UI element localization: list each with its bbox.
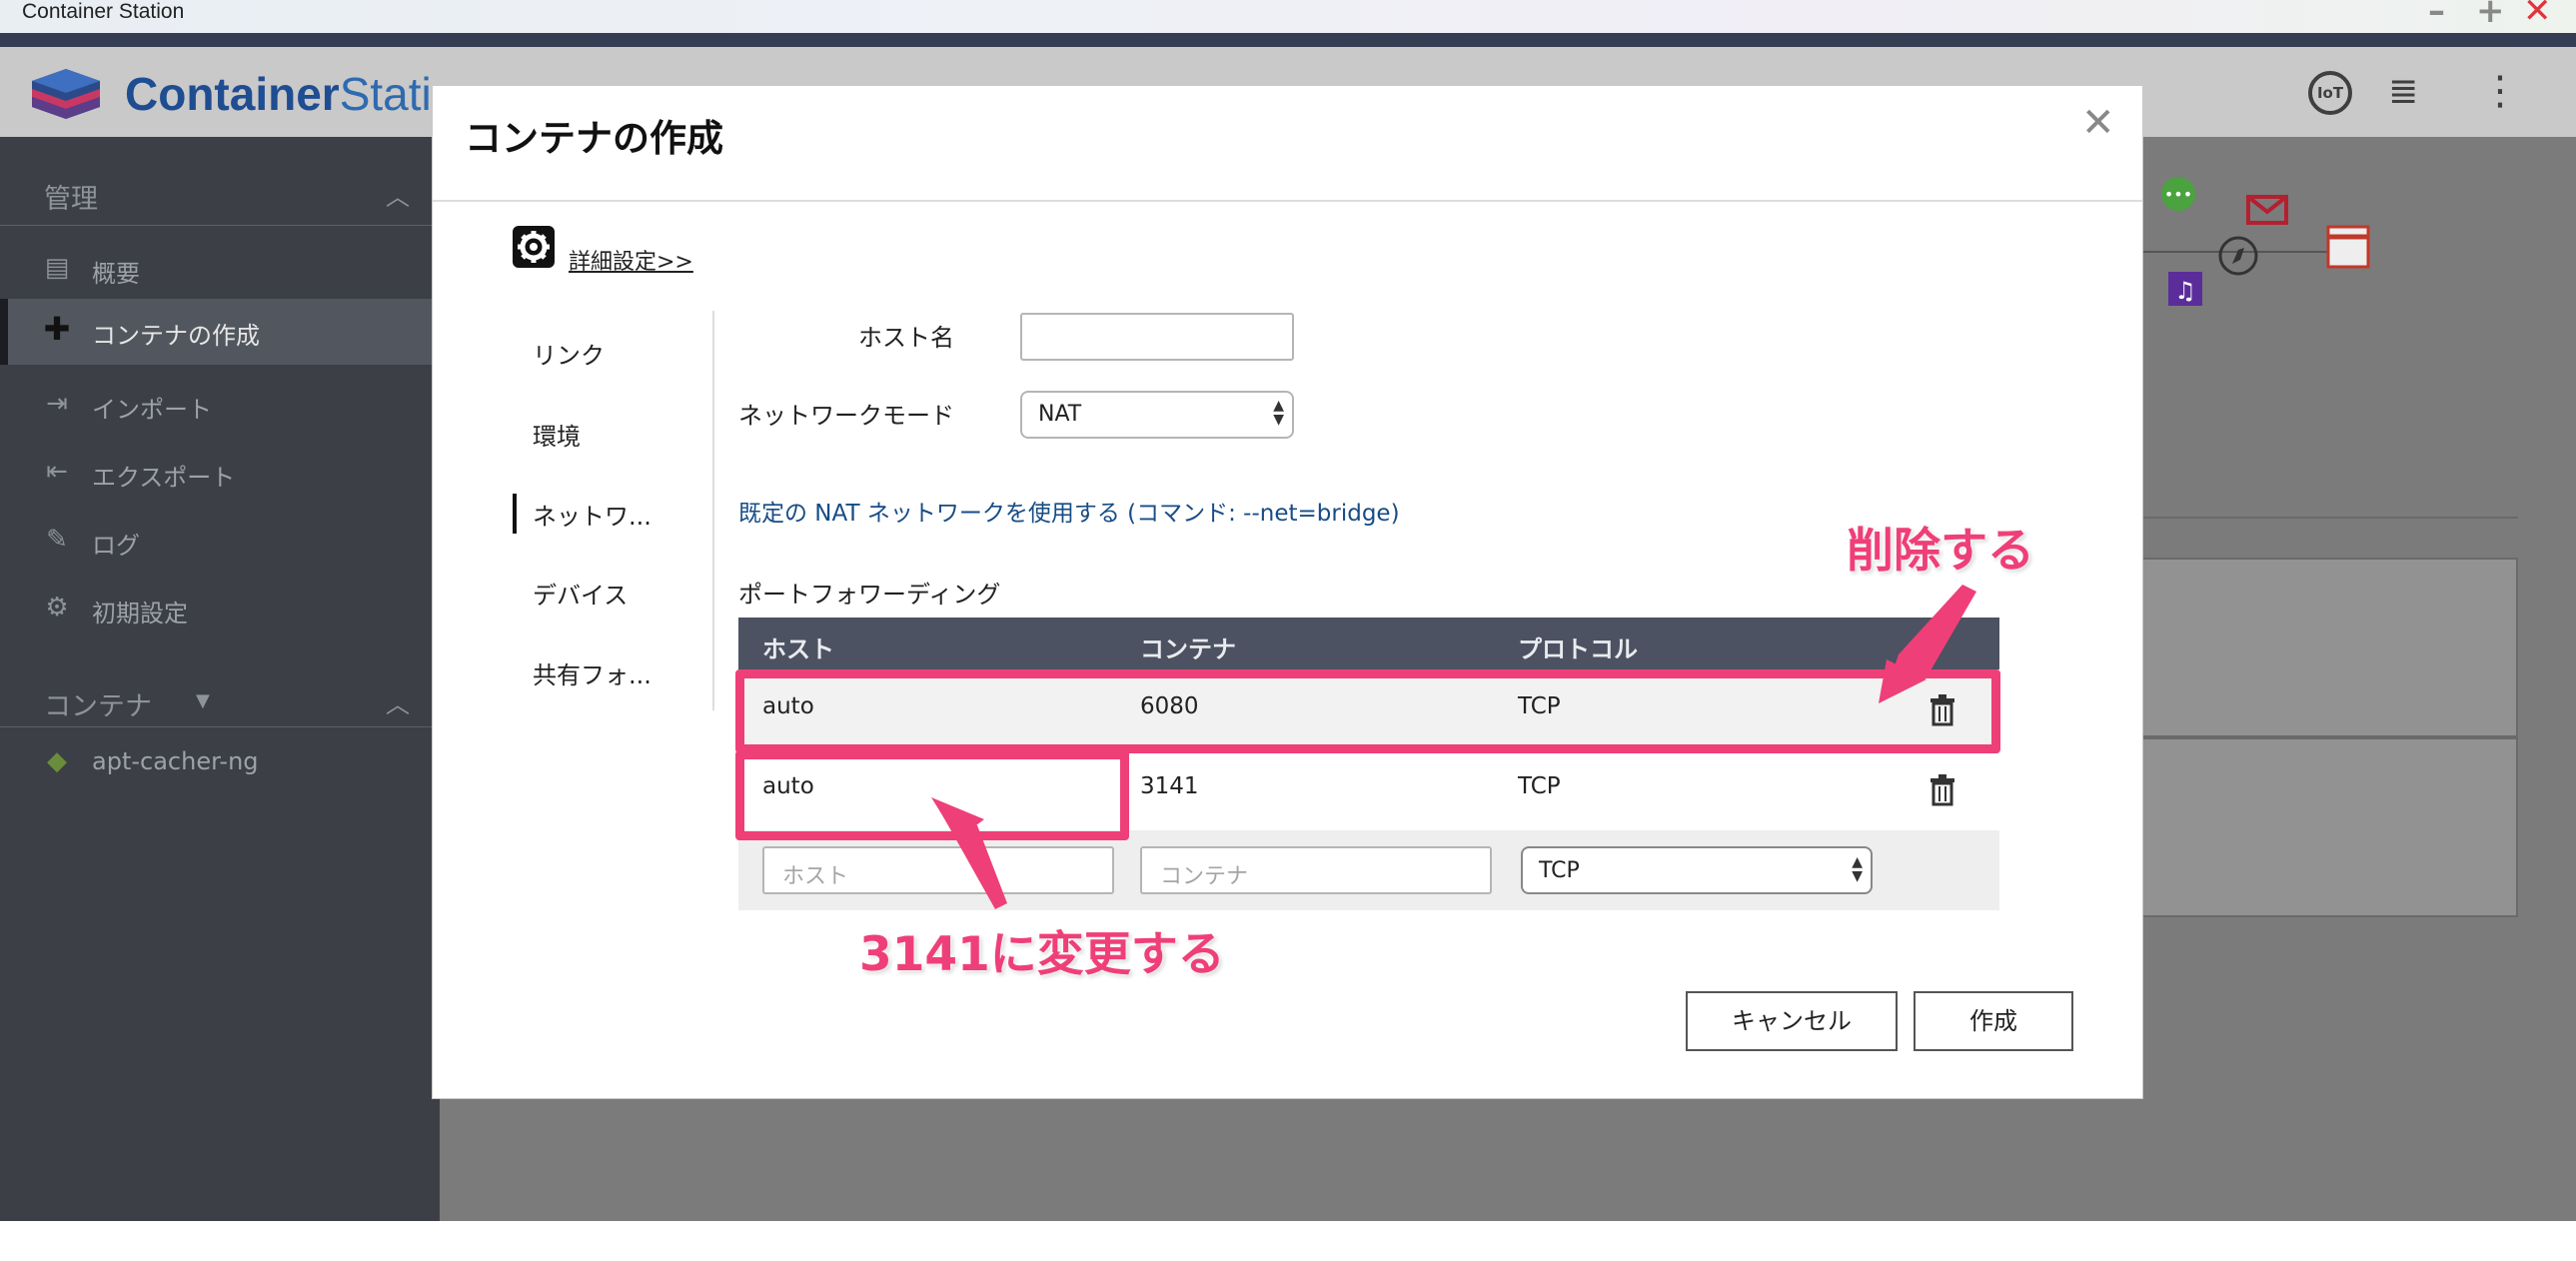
sidebar-item-import[interactable]: ⇥ インポート bbox=[0, 373, 440, 439]
footer-blank bbox=[0, 1221, 2576, 1261]
network-info-text: 既定の NAT ネットワークを使用する (コマンド: --net=bridge) bbox=[738, 501, 1400, 527]
sidebar-item-container[interactable]: ◆ apt-cacher-ng bbox=[0, 730, 440, 796]
section-title-manage: 管理 bbox=[44, 184, 98, 215]
minimize-icon[interactable]: – bbox=[2428, 0, 2445, 28]
close-icon[interactable]: ✕ bbox=[2081, 100, 2115, 146]
divider bbox=[433, 200, 2142, 202]
plus-icon: ✚ bbox=[43, 310, 71, 348]
sidebar-item-create-container[interactable]: ✚ コンテナの作成 bbox=[0, 299, 440, 365]
calendar-icon bbox=[2326, 225, 2370, 269]
annotation-change-port: 3141に変更する bbox=[859, 927, 1225, 982]
sidebar-item-export[interactable]: ⇤ エクスポート bbox=[0, 441, 440, 507]
create-container-dialog: コンテナの作成 ✕ 詳細設定>> リンク 環境 ネットワ... デバイス 共有フ… bbox=[432, 85, 2143, 1099]
port-forwarding-label: ポートフォワーディング bbox=[738, 581, 1001, 609]
column-host: ホスト bbox=[762, 635, 834, 663]
hostname-input[interactable] bbox=[1020, 313, 1294, 361]
tab-link[interactable]: リンク bbox=[533, 336, 605, 371]
network-mode-select[interactable]: NAT ▲ ▼ bbox=[1020, 391, 1294, 439]
divider bbox=[0, 726, 440, 727]
svg-text:•••: ••• bbox=[2164, 185, 2192, 204]
column-container: コンテナ bbox=[1140, 635, 1236, 663]
tabs-divider bbox=[712, 311, 714, 710]
sidebar: 管理 ︿ ▤ 概要 ✚ コンテナの作成 ⇥ インポート ⇤ エクスポート ✎ ロ… bbox=[0, 137, 440, 1221]
stack-icon[interactable]: ≣ bbox=[2388, 71, 2418, 112]
create-button[interactable]: 作成 bbox=[1914, 991, 2073, 1051]
cancel-button[interactable]: キャンセル bbox=[1686, 991, 1898, 1051]
tab-shared-folders[interactable]: 共有フォ... bbox=[533, 655, 651, 690]
container-station-logo-icon bbox=[32, 69, 100, 119]
divider bbox=[0, 225, 440, 226]
caret-down-icon[interactable]: ▼ bbox=[196, 690, 210, 711]
network-mode-label: ネットワークモード bbox=[738, 402, 954, 430]
advanced-settings-link[interactable]: 詳細設定>> bbox=[569, 244, 693, 276]
chevron-up-icon[interactable]: ︿ bbox=[386, 684, 410, 719]
kebab-menu-icon[interactable]: ⋮ bbox=[2480, 71, 2520, 111]
select-arrows-icon: ▲ ▼ bbox=[1273, 398, 1284, 428]
maximize-icon[interactable]: + bbox=[2476, 0, 2505, 28]
sidebar-item-overview[interactable]: ▤ 概要 bbox=[0, 237, 440, 303]
svg-text:♫: ♫ bbox=[2174, 277, 2196, 305]
window-title-bar: Container Station – + ✕ bbox=[0, 0, 2576, 33]
trash-icon[interactable] bbox=[1928, 772, 1957, 806]
gear-icon: ⚙ bbox=[45, 593, 69, 623]
tab-device[interactable]: デバイス bbox=[533, 576, 628, 611]
sidebar-item-preferences[interactable]: ⚙ 初期設定 bbox=[0, 577, 440, 642]
active-tab-indicator bbox=[513, 494, 517, 534]
section-title-containers: コンテナ bbox=[44, 691, 152, 722]
cube-icon: ◆ bbox=[47, 746, 67, 776]
port-table-header: ホスト コンテナ プロトコル bbox=[738, 618, 1999, 669]
new-host-input[interactable]: ホスト bbox=[762, 846, 1114, 894]
app-diagram: ••• ♫ bbox=[2138, 177, 2370, 306]
brand-title: ContainerStati bbox=[125, 68, 432, 120]
log-icon: ✎ bbox=[46, 525, 68, 555]
sidebar-item-log[interactable]: ✎ ログ bbox=[0, 509, 440, 575]
highlight-delete-row bbox=[735, 669, 2000, 753]
overview-icon: ▤ bbox=[44, 253, 70, 283]
export-icon: ⇤ bbox=[46, 457, 68, 487]
new-container-port-input[interactable]: コンテナ bbox=[1140, 846, 1492, 894]
annotation-delete: 削除する bbox=[1847, 524, 2034, 579]
window-title: Container Station bbox=[22, 0, 185, 23]
import-icon: ⇥ bbox=[46, 389, 68, 419]
hostname-label: ホスト名 bbox=[858, 324, 954, 352]
gear-icon[interactable] bbox=[513, 226, 555, 268]
close-window-icon[interactable]: ✕ bbox=[2523, 0, 2552, 28]
tab-environment[interactable]: 環境 bbox=[533, 417, 581, 452]
chevron-up-icon[interactable]: ︿ bbox=[386, 177, 410, 212]
tab-network[interactable]: ネットワ... bbox=[533, 497, 651, 532]
new-port-row: ホスト コンテナ TCP ▲ ▼ bbox=[738, 830, 1999, 910]
dialog-title: コンテナの作成 bbox=[465, 117, 723, 160]
new-protocol-select[interactable]: TCP ▲ ▼ bbox=[1521, 846, 1873, 894]
top-strip bbox=[0, 33, 2576, 47]
column-protocol: プロトコル bbox=[1518, 635, 1638, 663]
highlight-host-cell bbox=[735, 750, 1129, 840]
select-arrows-icon: ▲ ▼ bbox=[1852, 854, 1863, 884]
iot-icon[interactable]: IoT bbox=[2308, 71, 2352, 115]
